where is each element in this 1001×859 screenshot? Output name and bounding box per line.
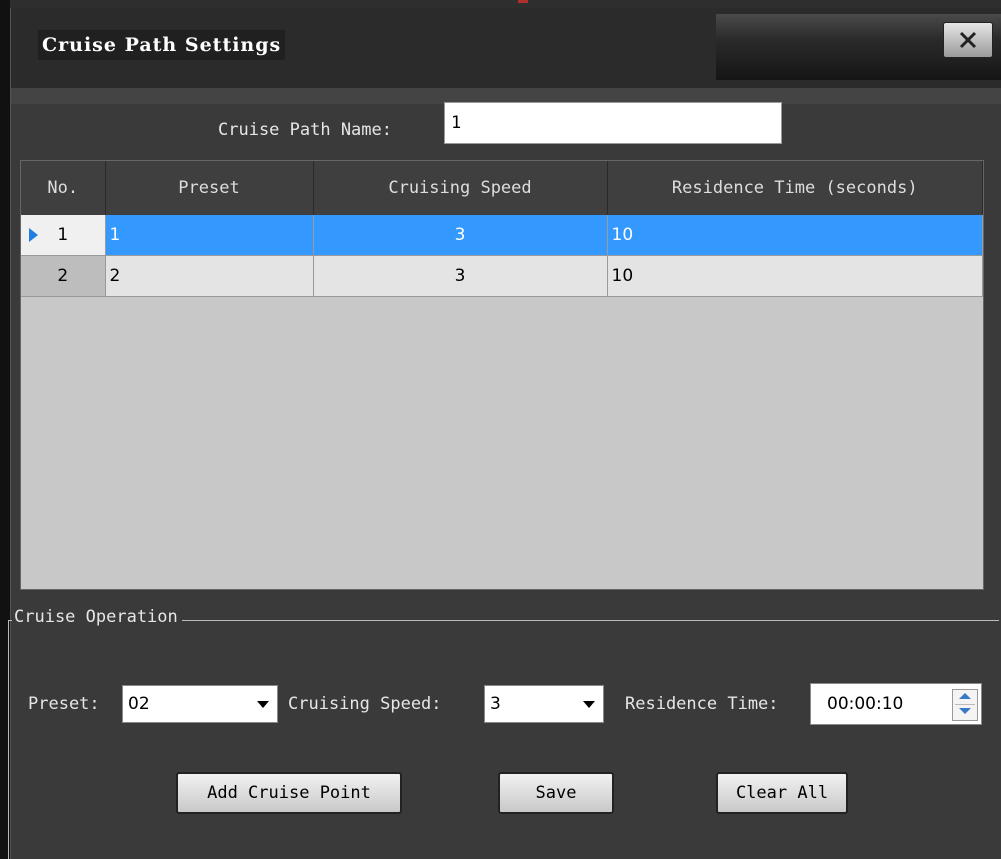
spin-up-icon[interactable] xyxy=(959,693,971,699)
row-number: 1 xyxy=(57,225,69,245)
column-header-no[interactable]: No. xyxy=(21,161,106,215)
save-button[interactable]: Save xyxy=(498,772,614,814)
row-number: 2 xyxy=(57,266,69,286)
preset-cell[interactable]: 2 xyxy=(105,255,314,297)
table-row[interactable]: 1 1 3 10 xyxy=(21,215,983,256)
row-number-cell[interactable]: 2 xyxy=(21,255,106,297)
cruise-operation-legend: Cruise Operation xyxy=(12,607,182,627)
title-bar: Cruise Path Settings xyxy=(11,8,1001,88)
preset-cell[interactable]: 1 xyxy=(105,215,314,256)
residence-cell[interactable]: 10 xyxy=(607,215,983,256)
row-number-cell[interactable]: 1 xyxy=(21,215,106,256)
spin-down-icon[interactable] xyxy=(959,708,971,714)
current-row-icon xyxy=(29,228,38,242)
accent-mark xyxy=(518,0,528,3)
chevron-down-icon xyxy=(583,701,595,708)
column-header-speed[interactable]: Cruising Speed xyxy=(313,161,608,215)
close-button[interactable] xyxy=(943,22,993,58)
chevron-down-icon xyxy=(257,701,269,708)
residence-time-value: 00:00:10 xyxy=(827,694,904,714)
preset-select[interactable]: 02 xyxy=(122,685,278,723)
clear-all-button[interactable]: Clear All xyxy=(716,772,848,814)
path-name-input[interactable] xyxy=(444,102,782,144)
speed-select[interactable]: 3 xyxy=(484,685,604,723)
table-row[interactable]: 2 2 3 10 xyxy=(21,255,983,297)
column-header-preset[interactable]: Preset xyxy=(105,161,314,215)
column-header-residence[interactable]: Residence Time (seconds) xyxy=(607,161,983,215)
speed-cell[interactable]: 3 xyxy=(313,255,608,297)
cruise-points-table: No. Preset Cruising Speed Residence Time… xyxy=(20,160,984,590)
speed-cell[interactable]: 3 xyxy=(313,215,608,256)
residence-time-spinner[interactable]: 00:00:10 xyxy=(810,683,982,725)
dialog-title: Cruise Path Settings xyxy=(38,30,286,60)
spinner-buttons[interactable] xyxy=(952,689,978,721)
preset-select-value: 02 xyxy=(128,694,150,714)
speed-select-value: 3 xyxy=(490,694,501,714)
path-name-label: Cruise Path Name: xyxy=(218,120,392,140)
residence-time-label: Residence Time: xyxy=(625,694,779,714)
close-icon xyxy=(959,31,977,49)
cruise-operation-group xyxy=(8,620,999,859)
preset-label: Preset: xyxy=(28,694,100,714)
spinner-divider xyxy=(955,704,975,705)
speed-label: Cruising Speed: xyxy=(288,694,442,714)
residence-cell[interactable]: 10 xyxy=(607,255,983,297)
add-cruise-point-button[interactable]: Add Cruise Point xyxy=(176,772,402,814)
